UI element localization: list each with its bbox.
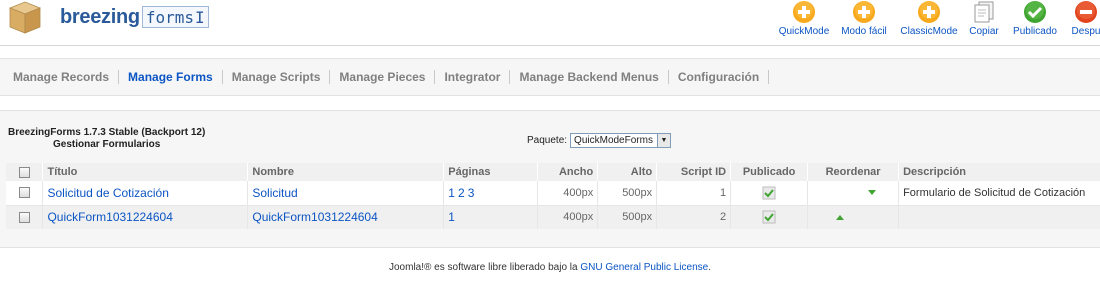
row-select-cell [6, 205, 44, 229]
license-link[interactable]: GNU General Public License [580, 262, 708, 273]
page-link[interactable]: 2 [458, 186, 465, 200]
submenu-manage-forms[interactable]: Manage Forms [119, 70, 223, 84]
script-id-cell: 2 [656, 205, 732, 229]
descripcion-cell [898, 205, 1100, 229]
header-script-id[interactable]: Script ID [656, 163, 732, 181]
header-bar: breezing forms I QuickMode Modo fácil Cl… [0, 0, 1100, 46]
plus-icon [793, 1, 815, 23]
nombre-cell: QuickForm1031224604 [247, 205, 445, 229]
box-logo-icon [8, 1, 42, 34]
alto-cell: 500px [597, 205, 658, 229]
content-heading: BreezingForms 1.7.3 Stable (Backport 12)… [8, 127, 205, 151]
header-nombre[interactable]: Nombre [247, 163, 445, 181]
quickmode-button[interactable]: QuickMode [776, 0, 832, 37]
header-ancho[interactable]: Ancho [537, 163, 599, 181]
page-link[interactable]: 1 [448, 210, 455, 224]
header-select-all [6, 163, 44, 181]
package-filter: Paquete: QuickModeForms ▼ [527, 133, 671, 148]
ancho-cell: 400px [537, 181, 599, 205]
page-title: Gestionar Formularios [53, 139, 161, 150]
reordenar-cell [807, 181, 900, 205]
publicado-button[interactable]: Publicado [1008, 0, 1062, 37]
check-icon [1024, 1, 1046, 23]
submenu-bar: Manage Records Manage Forms Manage Scrip… [0, 58, 1100, 96]
page-link[interactable]: 3 [468, 186, 475, 200]
despublicado-label: Despu [1071, 26, 1100, 37]
publicado-label: Publicado [1013, 26, 1057, 37]
row-select-cell [6, 181, 44, 205]
package-selected-value: QuickModeForms [574, 135, 653, 146]
plus-icon [918, 1, 940, 23]
brand-name-bold: breezing [60, 5, 140, 28]
quickmode-label: QuickMode [778, 26, 830, 37]
header-paginas[interactable]: Páginas [443, 163, 539, 181]
table-row: Solicitud de Cotización Solicitud 1 2 3 … [6, 181, 1100, 205]
version-title: BreezingForms 1.7.3 Stable (Backport 12) [8, 127, 206, 138]
footer-suffix: . [708, 262, 711, 273]
classicmode-button[interactable]: ClassicMode [898, 0, 960, 37]
brand-name-mono: forms [145, 7, 195, 27]
submenu-manage-pieces[interactable]: Manage Pieces [330, 70, 436, 84]
table-header-row: Título Nombre Páginas Ancho Alto Script … [6, 163, 1100, 181]
table-row: QuickForm1031224604 QuickForm1031224604 … [6, 205, 1100, 229]
header-publicado[interactable]: Publicado [730, 163, 809, 181]
move-down-icon[interactable] [868, 190, 877, 196]
forms-table: Título Nombre Páginas Ancho Alto Script … [6, 163, 1100, 229]
chevron-down-icon: ▼ [656, 134, 670, 147]
move-up-icon[interactable] [836, 214, 845, 220]
package-select[interactable]: QuickModeForms ▼ [570, 133, 671, 148]
published-check-icon[interactable] [762, 210, 776, 224]
footer-text: Joomla!® es software libre liberado bajo… [389, 262, 581, 273]
modo-facil-button[interactable]: Modo fácil [836, 0, 892, 37]
content-panel: BreezingForms 1.7.3 Stable (Backport 12)… [0, 110, 1100, 248]
header-titulo[interactable]: Título [42, 163, 249, 181]
brand-name-box: forms I [141, 6, 209, 28]
row-checkbox[interactable] [18, 211, 30, 223]
header-alto[interactable]: Alto [597, 163, 658, 181]
form-name-link[interactable]: Solicitud [252, 186, 297, 200]
descripcion-cell: Formulario de Solicitud de Cotización [898, 181, 1100, 205]
package-label: Paquete: [527, 135, 568, 146]
submenu-manage-backend-menus[interactable]: Manage Backend Menus [510, 70, 669, 84]
publicado-cell [730, 205, 809, 229]
form-name-link[interactable]: QuickForm1031224604 [252, 210, 377, 224]
header-descripcion[interactable]: Descripción [898, 163, 1100, 181]
copiar-label: Copiar [969, 26, 999, 37]
page-link[interactable]: 1 [448, 186, 455, 200]
submenu-manage-scripts[interactable]: Manage Scripts [223, 70, 331, 84]
form-title-link[interactable]: QuickForm1031224604 [47, 210, 172, 224]
modo-facil-label: Modo fácil [841, 26, 887, 37]
row-checkbox[interactable] [18, 187, 30, 199]
copiar-button[interactable]: Copiar [966, 0, 1002, 37]
footer: Joomla!® es software libre liberado bajo… [0, 262, 1100, 273]
header-reordenar[interactable]: Reordenar [807, 163, 900, 181]
paginas-cell: 1 2 3 [443, 181, 539, 205]
form-title-link[interactable]: Solicitud de Cotización [47, 186, 168, 200]
alto-cell: 500px [597, 181, 658, 205]
select-all-checkbox[interactable] [18, 166, 30, 178]
classicmode-label: ClassicMode [900, 26, 958, 37]
brand-logo: breezing forms I [60, 3, 209, 31]
stop-icon [1075, 1, 1097, 23]
ancho-cell: 400px [537, 205, 599, 229]
script-id-cell: 1 [656, 181, 732, 205]
submenu-integrator[interactable]: Integrator [435, 70, 511, 84]
published-check-icon[interactable] [762, 186, 776, 200]
nombre-cell: Solicitud [247, 181, 445, 205]
submenu-list: Manage Records Manage Forms Manage Scrip… [0, 59, 1100, 95]
titulo-cell: QuickForm1031224604 [42, 205, 249, 229]
submenu-manage-records[interactable]: Manage Records [4, 70, 120, 84]
paginas-cell: 1 [443, 205, 539, 229]
publicado-cell [730, 181, 809, 205]
submenu-configuracion[interactable]: Configuración [669, 70, 770, 84]
copy-icon [974, 1, 994, 23]
text-cursor-icon: I [195, 7, 205, 27]
plus-icon [853, 1, 875, 23]
reordenar-cell [807, 205, 900, 229]
titulo-cell: Solicitud de Cotización [42, 181, 249, 205]
despublicado-button[interactable]: Despu [1066, 0, 1100, 37]
